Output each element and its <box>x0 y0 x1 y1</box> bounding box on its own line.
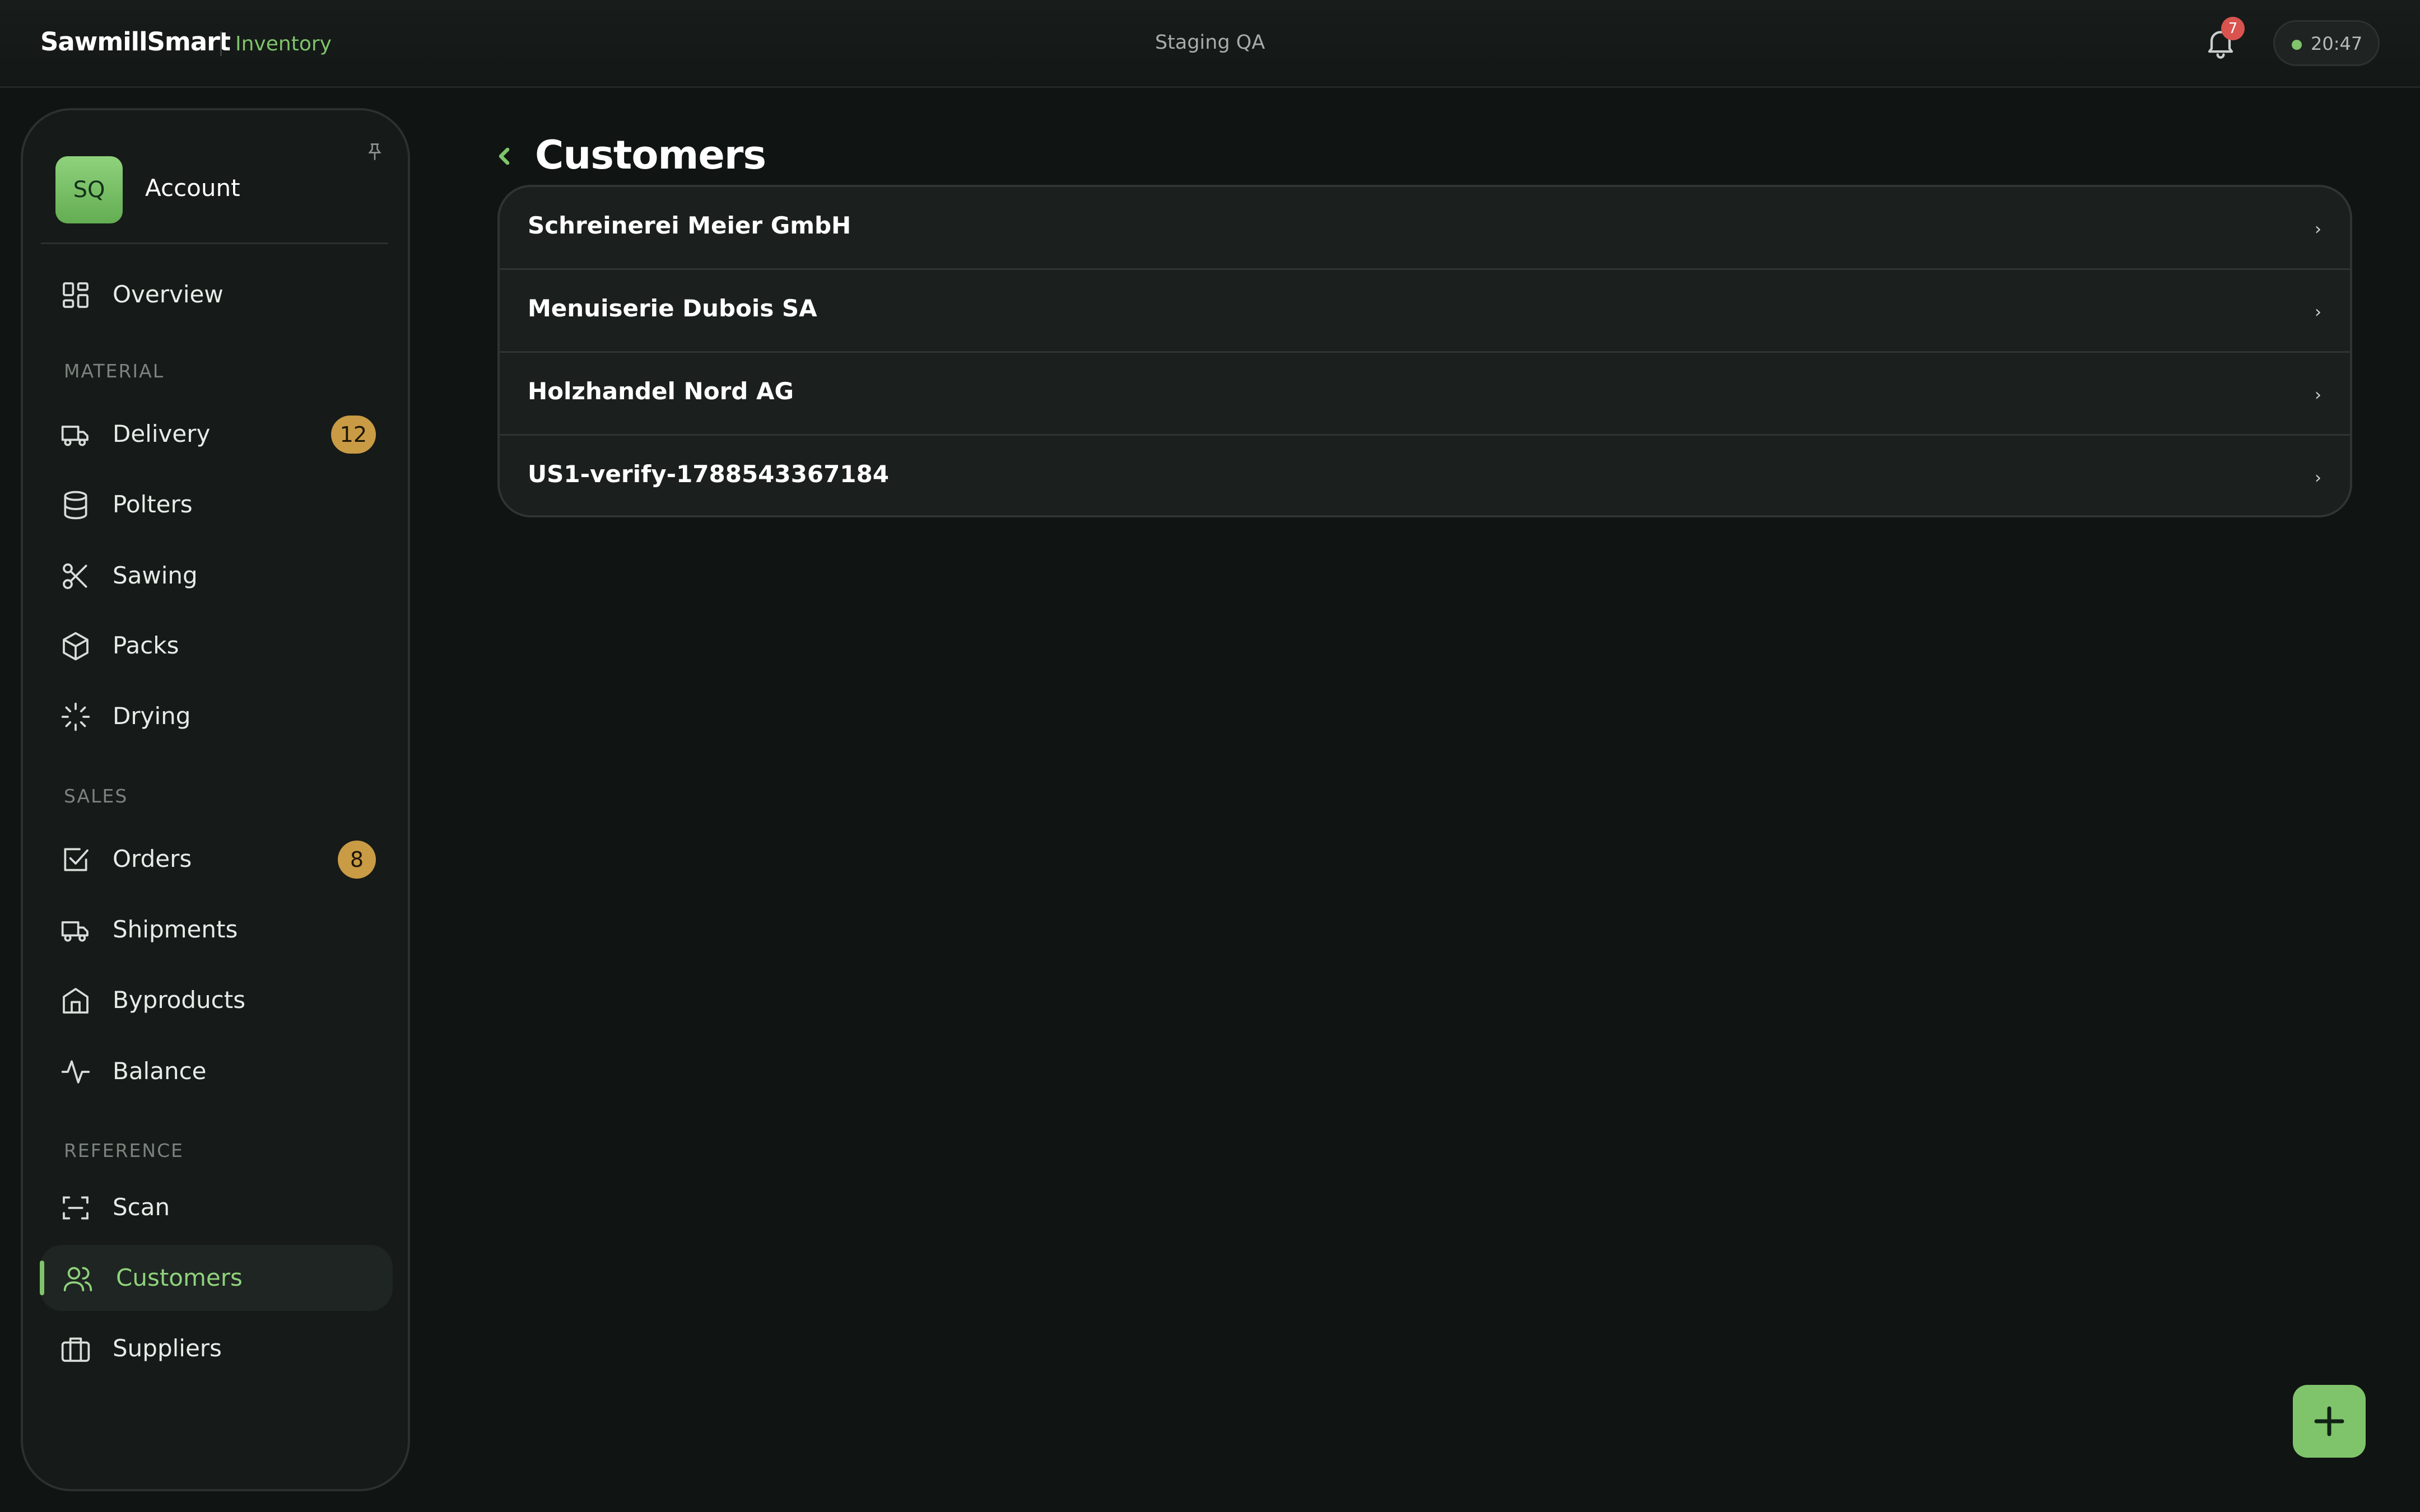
sidebar-item-label: Balance <box>113 1057 207 1085</box>
sidebar-item-balance[interactable]: Balance <box>40 1038 393 1104</box>
sidebar-item-label: Orders <box>113 845 192 872</box>
notification-badge: 7 <box>2221 17 2245 40</box>
active-indicator <box>40 1261 44 1295</box>
count-badge: 12 <box>331 416 376 454</box>
sidebar-item-label: Overview <box>113 281 224 308</box>
checkbox-icon <box>64 848 89 871</box>
sidebar-item-label: Shipments <box>113 916 238 943</box>
customer-name: Schreinerei Meier GmbH <box>528 212 851 239</box>
sidebar-item-label: Scan <box>113 1193 170 1221</box>
sidebar-item-label: Packs <box>113 632 179 659</box>
plus-icon <box>2314 1406 2344 1436</box>
top-bar: SawmillSmart Inventory Staging QA 7 20:4… <box>0 0 2420 88</box>
truck-icon <box>61 426 89 446</box>
sidebar-item-sawing[interactable]: Sawing <box>40 543 393 609</box>
sidebar-item-suppliers[interactable]: Suppliers <box>40 1315 393 1382</box>
chevron-right-icon: › <box>2315 220 2321 239</box>
account-label: Account <box>145 174 240 202</box>
section-sales: SALES <box>64 785 128 807</box>
sidebar-item-delivery[interactable]: Delivery 12 <box>40 401 393 467</box>
sidebar: SQ Account Overview MATERIAL Delivery 12… <box>21 108 410 1491</box>
sidebar-item-label: Drying <box>113 702 191 730</box>
count-badge: 8 <box>338 841 376 879</box>
clock-time: 20:47 <box>2311 33 2363 54</box>
avatar: SQ <box>55 156 123 223</box>
sidebar-item-label: Delivery <box>113 420 211 447</box>
customer-name: US1-verify-1788543367184 <box>528 460 889 488</box>
sidebar-item-label: Customers <box>116 1264 243 1291</box>
sidebar-item-drying[interactable]: Drying <box>40 683 393 749</box>
chevron-right-icon: › <box>2315 302 2321 322</box>
customer-list: Schreinerei Meier GmbH › Menuiserie Dubo… <box>497 185 2352 517</box>
list-item[interactable]: Holzhandel Nord AG › <box>500 353 2350 436</box>
activity-icon <box>61 1060 90 1084</box>
sidebar-item-label: Polters <box>113 491 193 518</box>
scan-icon <box>63 1196 89 1220</box>
section-material: MATERIAL <box>64 360 165 382</box>
page-title: Customers <box>535 132 766 178</box>
sidebar-item-byproducts[interactable]: Byproducts <box>40 967 393 1033</box>
sidebar-item-label: Sawing <box>113 562 198 589</box>
customer-name: Holzhandel Nord AG <box>528 377 794 405</box>
sidebar-item-label: Suppliers <box>113 1334 222 1362</box>
list-item[interactable]: Menuiserie Dubois SA › <box>500 270 2350 353</box>
users-icon <box>63 1267 92 1291</box>
account-card[interactable]: SQ Account <box>41 144 388 244</box>
chevron-right-icon: › <box>2315 468 2321 488</box>
grid-icon <box>63 282 89 308</box>
environment-label: Staging QA <box>1155 31 1265 54</box>
sidebar-item-shipments[interactable]: Shipments <box>40 897 393 963</box>
box-icon <box>63 632 89 661</box>
list-item[interactable]: US1-verify-1788543367184 › <box>500 436 2350 515</box>
sidebar-item-polters[interactable]: Polters <box>40 472 393 538</box>
warehouse-icon <box>63 988 89 1014</box>
section-reference: REFERENCE <box>64 1140 184 1161</box>
database-icon <box>64 491 87 520</box>
status-dot <box>2292 40 2302 50</box>
sidebar-item-overview[interactable]: Overview <box>40 262 393 328</box>
sidebar-item-label: Byproducts <box>113 986 246 1014</box>
customer-name: Menuiserie Dubois SA <box>528 295 817 322</box>
sidebar-item-scan[interactable]: Scan <box>40 1174 393 1240</box>
list-item[interactable]: Schreinerei Meier GmbH › <box>500 187 2350 270</box>
sidebar-item-packs[interactable]: Packs <box>40 613 393 679</box>
sidebar-item-customers[interactable]: Customers <box>40 1245 393 1311</box>
chevron-right-icon: › <box>2315 385 2321 405</box>
briefcase-icon <box>61 1337 90 1362</box>
scissors-icon <box>63 563 87 589</box>
loader-icon <box>61 702 90 731</box>
add-customer-button[interactable] <box>2293 1385 2366 1458</box>
clock-pill: 20:47 <box>2273 20 2380 66</box>
sidebar-item-orders[interactable]: Orders 8 <box>40 826 393 892</box>
truck-icon <box>61 921 89 942</box>
back-chevron-icon[interactable] <box>493 141 515 171</box>
